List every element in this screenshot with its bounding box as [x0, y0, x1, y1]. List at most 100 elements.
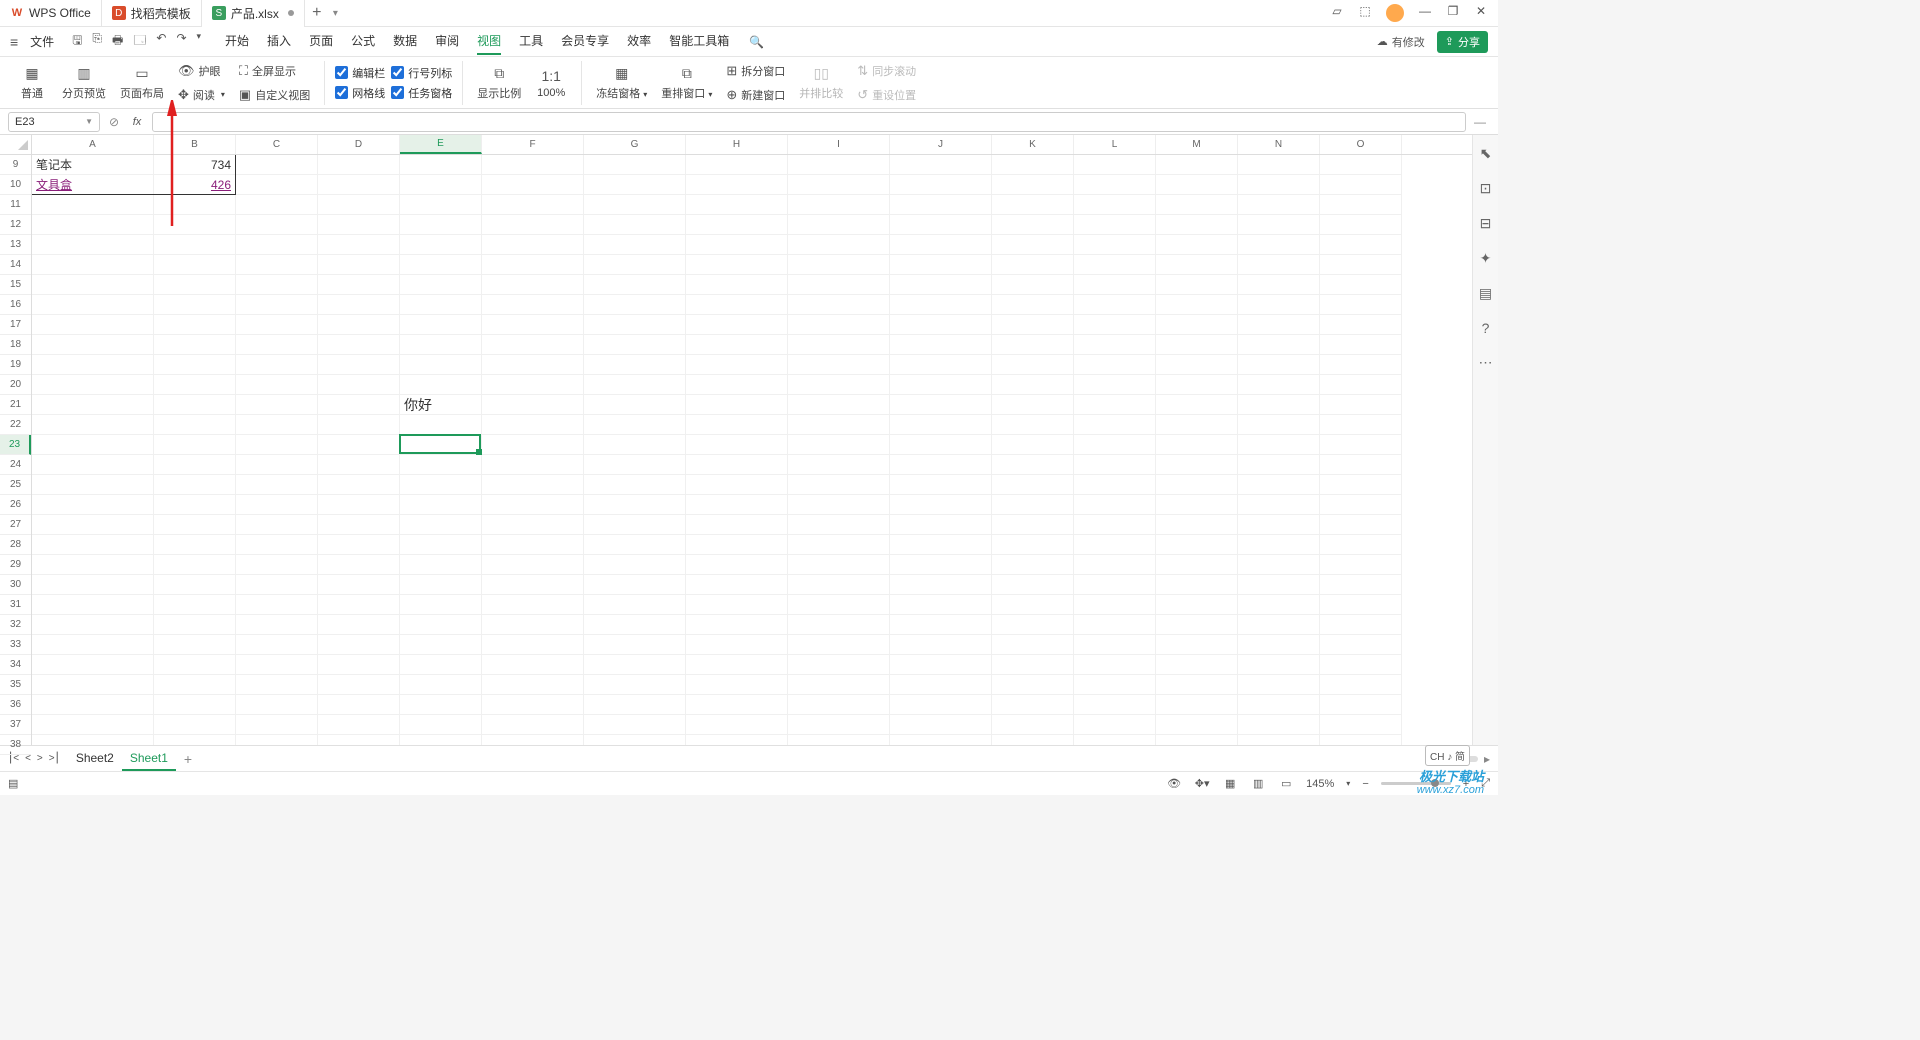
row-header[interactable]: 19: [0, 355, 31, 375]
cell[interactable]: [1156, 215, 1238, 235]
cell[interactable]: [1320, 375, 1402, 395]
cell[interactable]: [482, 635, 584, 655]
cell[interactable]: [890, 355, 992, 375]
restore-icon[interactable]: ❐: [1446, 4, 1460, 18]
cell[interactable]: [584, 575, 686, 595]
cell[interactable]: [400, 555, 482, 575]
cell[interactable]: [686, 215, 788, 235]
cell[interactable]: [788, 715, 890, 735]
cell[interactable]: [890, 535, 992, 555]
cell[interactable]: [1074, 195, 1156, 215]
cell[interactable]: [686, 615, 788, 635]
cell[interactable]: [1156, 655, 1238, 675]
cell[interactable]: [1320, 335, 1402, 355]
cell[interactable]: [400, 495, 482, 515]
cell[interactable]: [482, 695, 584, 715]
col-header-F[interactable]: F: [482, 135, 584, 154]
cell[interactable]: [992, 475, 1074, 495]
row-header[interactable]: 23: [0, 435, 31, 455]
col-header-E[interactable]: E: [400, 135, 482, 154]
cell[interactable]: [32, 395, 154, 415]
cell[interactable]: [1156, 395, 1238, 415]
cell[interactable]: [154, 695, 236, 715]
cell[interactable]: [890, 615, 992, 635]
cell[interactable]: [992, 455, 1074, 475]
cell[interactable]: [890, 575, 992, 595]
cell[interactable]: [1320, 595, 1402, 615]
cell[interactable]: [318, 415, 400, 435]
cell[interactable]: [400, 315, 482, 335]
cell[interactable]: [1238, 335, 1320, 355]
cell[interactable]: [1156, 595, 1238, 615]
cell[interactable]: [686, 235, 788, 255]
cell[interactable]: [1156, 675, 1238, 695]
cell[interactable]: [992, 275, 1074, 295]
cell[interactable]: [400, 355, 482, 375]
cell[interactable]: [236, 255, 318, 275]
cell[interactable]: [686, 575, 788, 595]
file-tab[interactable]: S 产品.xlsx: [202, 0, 305, 27]
cell[interactable]: [1074, 495, 1156, 515]
select-tool-icon[interactable]: ⬉: [1480, 145, 1492, 162]
cell[interactable]: [1156, 275, 1238, 295]
cell[interactable]: [154, 455, 236, 475]
cell[interactable]: [1320, 655, 1402, 675]
cell[interactable]: [32, 655, 154, 675]
cell[interactable]: [584, 255, 686, 275]
cell[interactable]: [236, 555, 318, 575]
cell[interactable]: [1156, 315, 1238, 335]
cell[interactable]: [890, 195, 992, 215]
cell[interactable]: [32, 235, 154, 255]
cell[interactable]: [1156, 695, 1238, 715]
cell[interactable]: [318, 675, 400, 695]
cell[interactable]: [32, 195, 154, 215]
cell[interactable]: [788, 235, 890, 255]
row-header[interactable]: 25: [0, 475, 31, 495]
cell[interactable]: [318, 615, 400, 635]
cell[interactable]: [1320, 435, 1402, 455]
cell[interactable]: [584, 535, 686, 555]
cell[interactable]: [236, 635, 318, 655]
cell[interactable]: [788, 415, 890, 435]
view-layout-icon[interactable]: ▥: [1250, 777, 1266, 791]
cell[interactable]: [482, 355, 584, 375]
file-menu[interactable]: 文件: [26, 33, 58, 50]
cell[interactable]: [318, 295, 400, 315]
cell[interactable]: [32, 495, 154, 515]
cell[interactable]: [482, 295, 584, 315]
collapse-sidepanel-icon[interactable]: —: [1470, 115, 1490, 129]
cell[interactable]: [788, 455, 890, 475]
cell[interactable]: [890, 295, 992, 315]
cell[interactable]: [686, 315, 788, 335]
cell[interactable]: [318, 515, 400, 535]
print-icon[interactable]: 🖶: [112, 31, 123, 52]
check-taskpane[interactable]: 任务窗格: [391, 85, 452, 101]
cell[interactable]: [1074, 735, 1156, 745]
cell[interactable]: [1238, 175, 1320, 195]
cell[interactable]: [686, 595, 788, 615]
cell[interactable]: [400, 655, 482, 675]
cell[interactable]: [992, 175, 1074, 195]
cell[interactable]: [992, 575, 1074, 595]
row-header[interactable]: 21: [0, 395, 31, 415]
cell[interactable]: [32, 215, 154, 235]
cell[interactable]: [788, 655, 890, 675]
cell[interactable]: [400, 715, 482, 735]
cell[interactable]: [32, 735, 154, 745]
cell[interactable]: [1074, 355, 1156, 375]
cell[interactable]: [318, 715, 400, 735]
search-icon[interactable]: 🔍: [749, 35, 764, 49]
cell[interactable]: [1320, 395, 1402, 415]
row-header[interactable]: 26: [0, 495, 31, 515]
cell[interactable]: [1074, 575, 1156, 595]
cell[interactable]: [584, 615, 686, 635]
cell[interactable]: [32, 455, 154, 475]
cell[interactable]: [686, 415, 788, 435]
cell[interactable]: [318, 355, 400, 375]
cell[interactable]: [1238, 495, 1320, 515]
col-header-I[interactable]: I: [788, 135, 890, 154]
cell[interactable]: [318, 695, 400, 715]
save-icon[interactable]: 🖫: [72, 31, 82, 52]
sheet-tab-Sheet1[interactable]: Sheet1: [122, 747, 176, 771]
menu-tab-会员专享[interactable]: 会员专享: [561, 28, 609, 55]
